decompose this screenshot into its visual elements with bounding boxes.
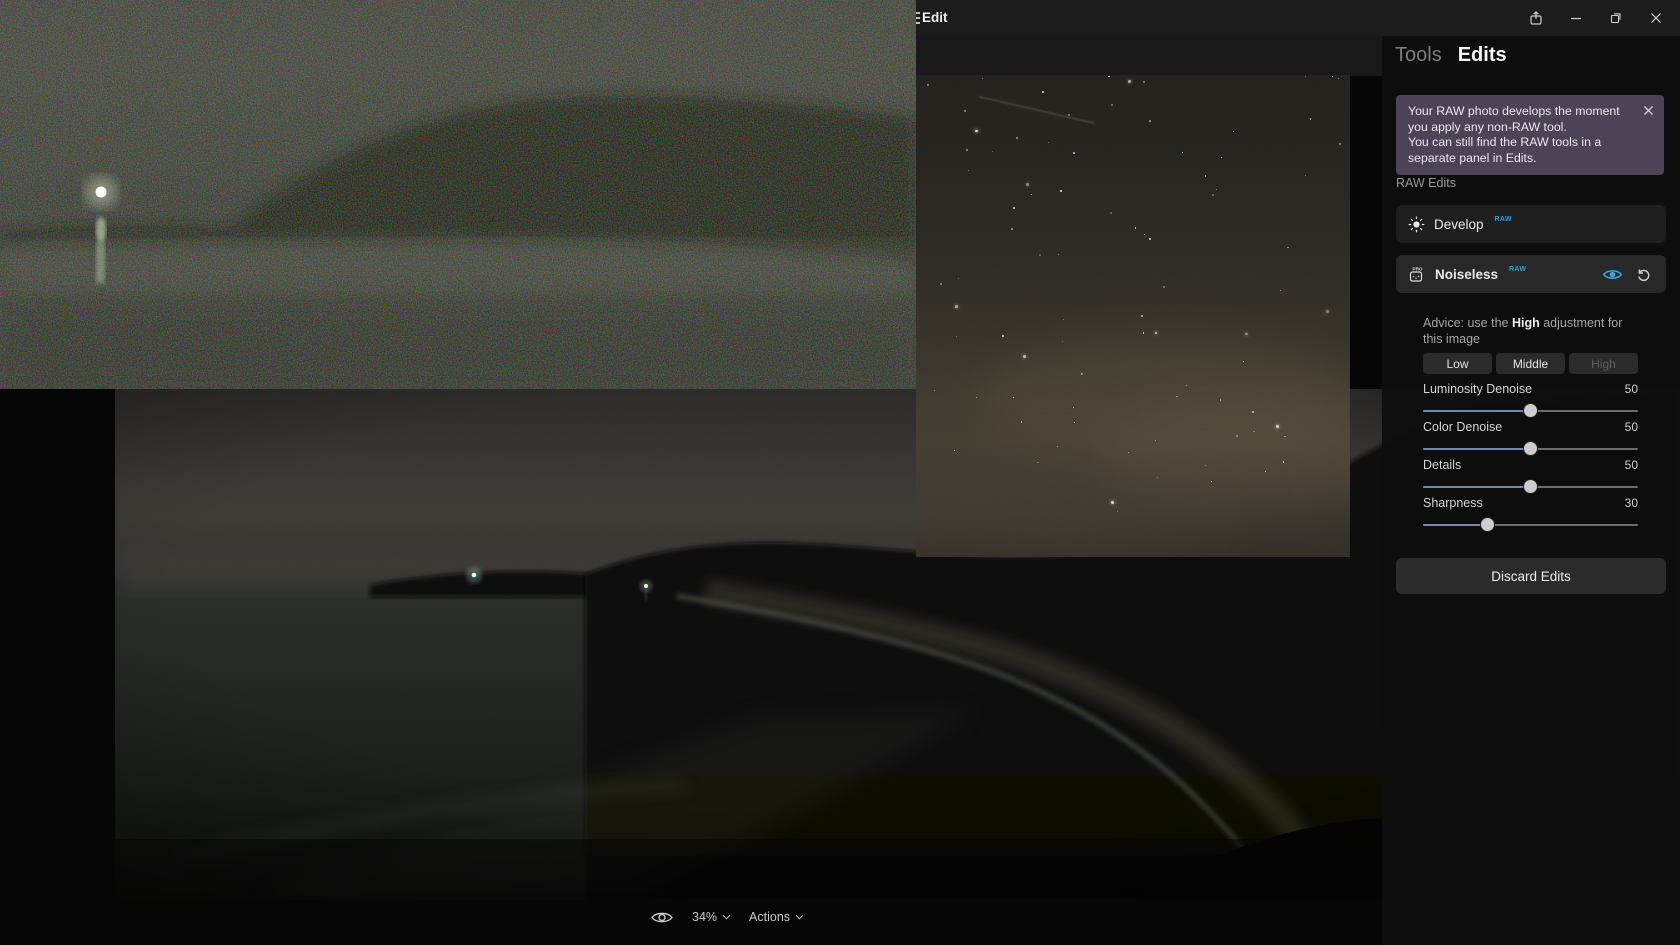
actions-label: Actions (749, 910, 790, 924)
luminance-noise-overlay (0, 0, 916, 389)
zoom-level-dropdown[interactable]: 34% (692, 910, 731, 924)
develop-panel[interactable]: Develop RAW (1396, 205, 1666, 243)
slider-label: Color Denoise (1423, 420, 1502, 436)
develop-label: Develop (1434, 217, 1484, 232)
maximize-button[interactable] (1606, 7, 1626, 29)
canvas-toolbar: 34% Actions (650, 904, 804, 930)
strength-button-group: Low Middle High (1423, 353, 1638, 374)
slider-details: Details 50 (1423, 458, 1638, 492)
starry-sky-photo (916, 75, 1350, 557)
noiseless-label: Noiseless (1435, 267, 1498, 282)
raw-develop-notification: Your RAW photo develops the moment you a… (1396, 95, 1664, 175)
edit-sidebar: Tools Edits Your RAW photo develops the … (1382, 36, 1680, 945)
svg-text:PRO: PRO (1413, 266, 1423, 271)
slider-handle[interactable] (1481, 518, 1494, 531)
slider-sharpness: Sharpness 30 (1423, 496, 1638, 530)
slider-color-denoise: Color Denoise 50 (1423, 420, 1638, 454)
tab-tools[interactable]: Tools (1395, 44, 1442, 67)
raw-noise-preview-photo (0, 0, 916, 389)
slider-handle[interactable] (1524, 442, 1537, 455)
raw-badge: RAW (1509, 266, 1526, 273)
edit-mode-label: Edit (922, 10, 948, 25)
noiseless-pro-icon: PRO (1408, 266, 1426, 283)
slider-label: Luminosity Denoise (1423, 382, 1532, 398)
slider-track[interactable] (1423, 404, 1638, 417)
noiseless-panel[interactable]: PRO Noiseless RAW (1396, 255, 1666, 293)
minimize-button[interactable] (1566, 7, 1586, 29)
eye-icon (1602, 267, 1623, 282)
raw-edits-section-label: RAW Edits (1396, 176, 1456, 190)
slider-value: 50 (1625, 458, 1638, 474)
tab-edits[interactable]: Edits (1458, 44, 1507, 67)
noiseless-visibility-toggle[interactable] (1601, 264, 1623, 284)
sun-icon (1408, 216, 1425, 233)
close-icon (1643, 105, 1654, 116)
slider-track[interactable] (1423, 442, 1638, 455)
strength-button-middle[interactable]: Middle (1496, 353, 1565, 374)
slider-handle[interactable] (1524, 480, 1537, 493)
undo-icon (1636, 267, 1651, 282)
actions-dropdown[interactable]: Actions (749, 910, 804, 924)
zoom-level-value: 34% (692, 910, 717, 924)
minimize-icon (1569, 11, 1583, 25)
maximize-restore-icon (1609, 11, 1623, 25)
chevron-down-icon (722, 914, 731, 920)
notification-line: Your RAW photo develops the moment you a… (1408, 104, 1636, 135)
slider-luminosity-denoise: Luminosity Denoise 50 (1423, 382, 1638, 416)
slider-label: Details (1423, 458, 1461, 474)
share-icon (1528, 10, 1544, 26)
slider-track[interactable] (1423, 518, 1638, 531)
compare-eye-button[interactable] (650, 909, 674, 926)
sidebar-tabs: Tools Edits (1395, 44, 1507, 67)
slider-label: Sharpness (1423, 496, 1483, 512)
chevron-down-icon (795, 914, 804, 920)
share-button[interactable] (1526, 7, 1546, 29)
film-grain-overlay (916, 75, 1350, 557)
notification-line: You can still find the RAW tools in a se… (1408, 135, 1636, 166)
noiseless-reset-button[interactable] (1632, 264, 1654, 284)
window-controls (1526, 0, 1680, 36)
discard-edits-button[interactable]: Discard Edits (1396, 558, 1666, 594)
strength-button-high[interactable]: High (1569, 353, 1638, 374)
slider-value: 50 (1625, 420, 1638, 436)
slider-handle[interactable] (1524, 404, 1537, 417)
slider-track[interactable] (1423, 480, 1638, 493)
raw-badge: RAW (1495, 216, 1512, 223)
close-icon (1649, 11, 1663, 25)
slider-value: 50 (1625, 382, 1638, 398)
eye-icon (650, 909, 674, 926)
notification-close-button[interactable] (1641, 103, 1655, 117)
strength-button-low[interactable]: Low (1423, 353, 1492, 374)
advice-text: Advice: use the High adjustment for this… (1423, 315, 1641, 347)
app-window: { "titlebar": { "menu_label": "Edit", "c… (0, 0, 1680, 945)
close-button[interactable] (1646, 7, 1666, 29)
slider-value: 30 (1625, 496, 1638, 512)
